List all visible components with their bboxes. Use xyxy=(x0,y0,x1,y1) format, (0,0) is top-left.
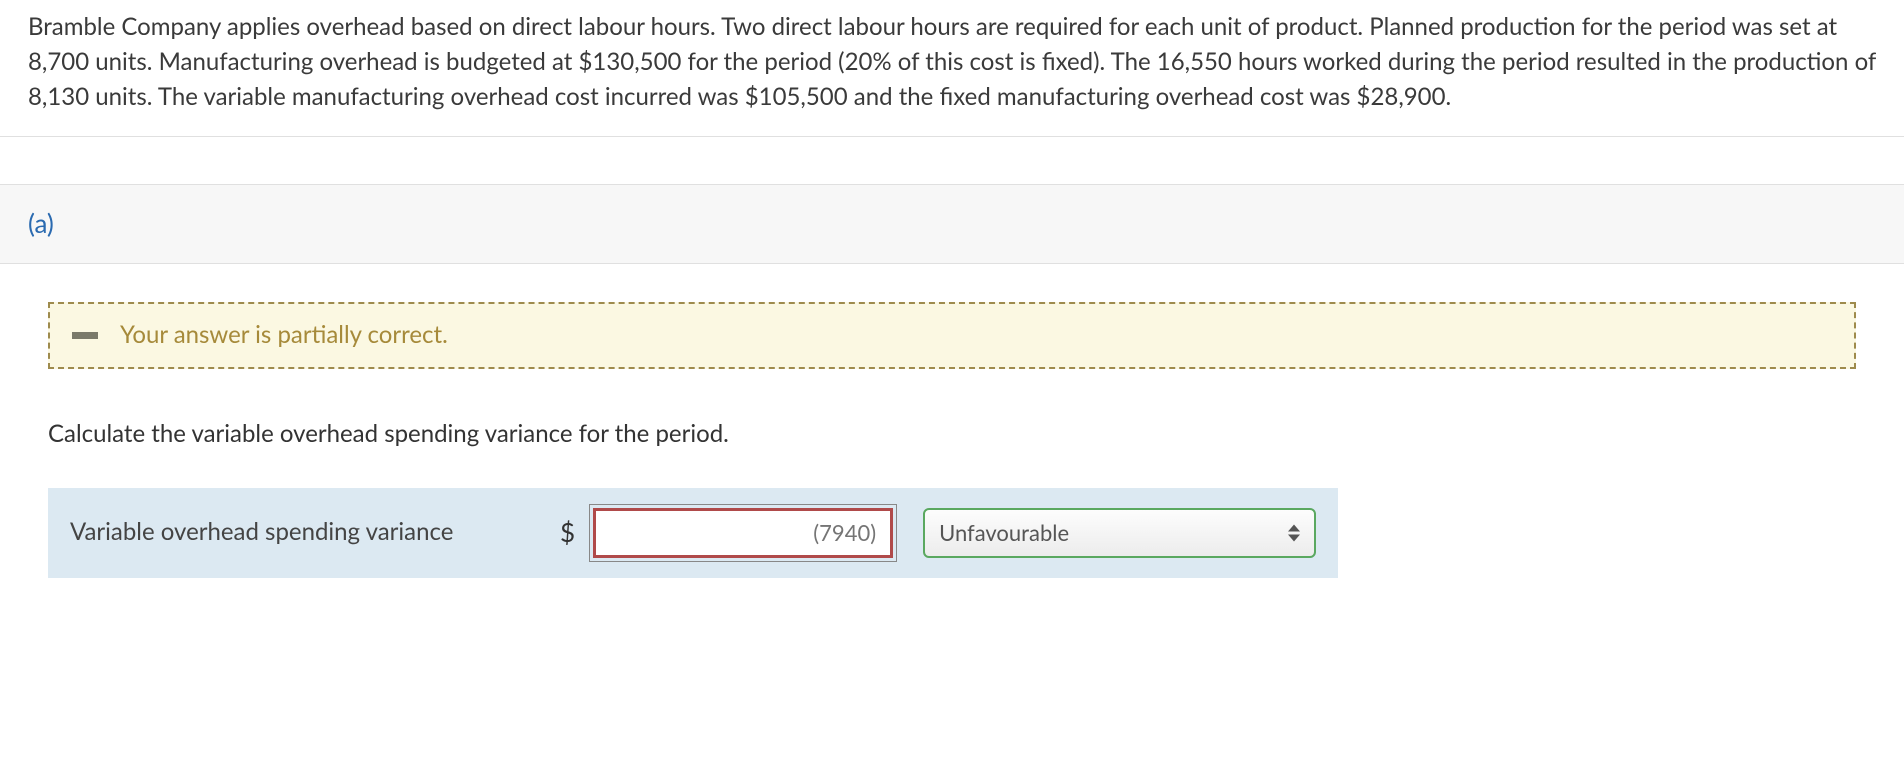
variance-direction-select[interactable]: Unfavourable xyxy=(923,508,1316,558)
chevron-down-icon xyxy=(1288,534,1300,541)
part-label: (a) xyxy=(28,207,54,239)
instruction-text: Calculate the variable overhead spending… xyxy=(48,417,1856,452)
divider xyxy=(0,137,1904,185)
currency-symbol: $ xyxy=(560,514,575,552)
answer-row: Variable overhead spending variance $ Un… xyxy=(48,488,1338,578)
part-header: (a) xyxy=(0,185,1904,264)
problem-statement: Bramble Company applies overhead based o… xyxy=(0,0,1904,137)
content-area: Your answer is partially correct. Calcul… xyxy=(0,264,1904,588)
chevron-up-icon xyxy=(1288,524,1300,531)
variance-amount-input[interactable] xyxy=(593,508,893,558)
feedback-message: Your answer is partially correct. xyxy=(120,318,448,353)
answer-label: Variable overhead spending variance xyxy=(70,515,530,550)
problem-text: Bramble Company applies overhead based o… xyxy=(28,12,1876,111)
select-arrows-icon xyxy=(1288,524,1300,541)
select-value: Unfavourable xyxy=(939,517,1069,549)
minus-icon xyxy=(72,332,98,339)
feedback-box: Your answer is partially correct. xyxy=(48,302,1856,369)
